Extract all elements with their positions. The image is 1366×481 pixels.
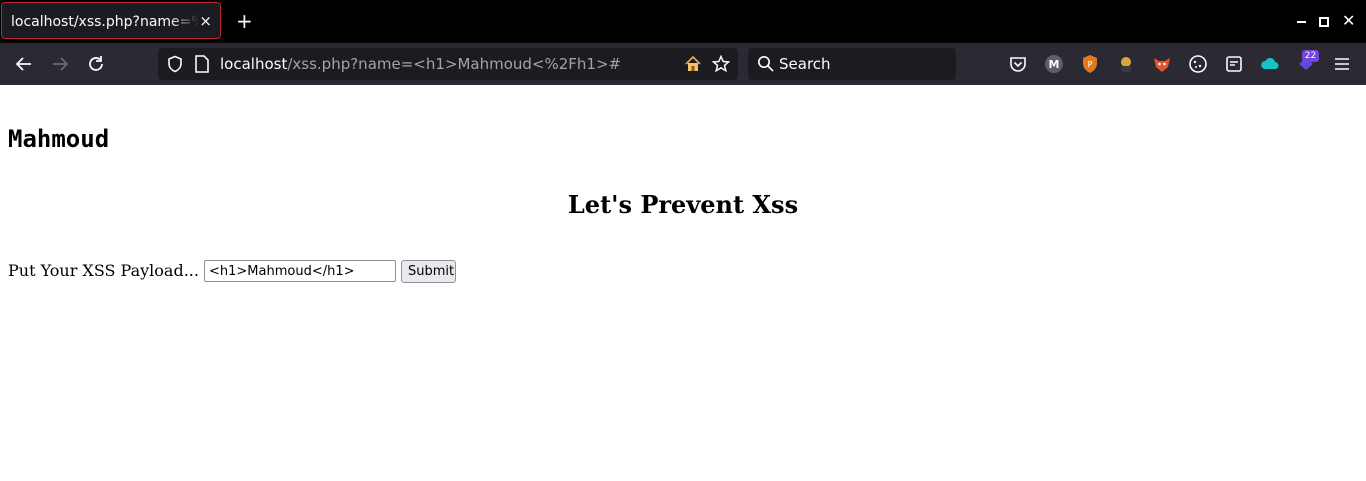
- address-bar[interactable]: localhost/xss.php?name=<h1>Mahmoud<%2Fh1…: [158, 48, 738, 80]
- brave-shield-icon[interactable]: P: [1080, 54, 1100, 74]
- minimize-icon[interactable]: [1297, 21, 1306, 23]
- maximize-icon[interactable]: [1319, 17, 1329, 27]
- navigation-toolbar: localhost/xss.php?name=<h1>Mahmoud<%2Fh1…: [0, 43, 1366, 85]
- reload-icon[interactable]: [85, 53, 107, 75]
- url-host: localhost: [220, 55, 288, 73]
- cookie-icon[interactable]: [1188, 54, 1208, 74]
- injected-heading: Mahmoud: [8, 125, 110, 153]
- payload-label: Put Your XSS Payload...: [8, 261, 199, 280]
- tab-title: localhost/xss.php?name=%3Ch1%3EMahmoud: [11, 14, 199, 30]
- tab-close-icon[interactable]: ×: [199, 12, 212, 30]
- page-icon[interactable]: [194, 55, 210, 73]
- extension-count-badge: 22: [1302, 50, 1319, 62]
- extension-m-icon[interactable]: M: [1044, 54, 1064, 74]
- shield-icon[interactable]: [166, 55, 184, 73]
- cloud-icon[interactable]: [1260, 54, 1280, 74]
- home-icon[interactable]: [684, 55, 702, 73]
- search-placeholder: Search: [779, 55, 831, 73]
- hamburger-menu-icon[interactable]: [1332, 54, 1352, 74]
- forward-arrow-icon[interactable]: [49, 53, 71, 75]
- url-text[interactable]: localhost/xss.php?name=<h1>Mahmoud<%2Fh1…: [220, 56, 621, 73]
- back-arrow-icon[interactable]: [13, 53, 35, 75]
- extension-agent-icon[interactable]: [1116, 54, 1136, 74]
- page-title: Let's Prevent Xss: [567, 190, 799, 219]
- search-icon: [757, 55, 774, 72]
- window-close-icon[interactable]: ✕: [1342, 12, 1355, 30]
- search-bar[interactable]: Search: [748, 48, 956, 80]
- bookmark-star-icon[interactable]: [712, 55, 730, 73]
- extension-fox-icon[interactable]: [1152, 54, 1172, 74]
- submit-button[interactable]: Submit: [401, 260, 456, 283]
- payload-input[interactable]: [204, 260, 396, 282]
- svg-text:M: M: [1049, 58, 1060, 71]
- tab-bar: localhost/xss.php?name=%3Ch1%3EMahmoud ×…: [0, 0, 1366, 43]
- browser-tab[interactable]: localhost/xss.php?name=%3Ch1%3EMahmoud ×: [1, 2, 221, 39]
- url-path: /xss.php?name=<h1>Mahmoud<%2Fh1>#: [287, 55, 622, 73]
- new-tab-button[interactable]: +: [236, 9, 253, 33]
- pocket-icon[interactable]: [1008, 54, 1028, 74]
- svg-text:P: P: [1088, 60, 1093, 69]
- page-content: Mahmoud Let's Prevent Xss Put Your XSS P…: [0, 85, 1366, 481]
- extension-window-icon[interactable]: [1224, 54, 1244, 74]
